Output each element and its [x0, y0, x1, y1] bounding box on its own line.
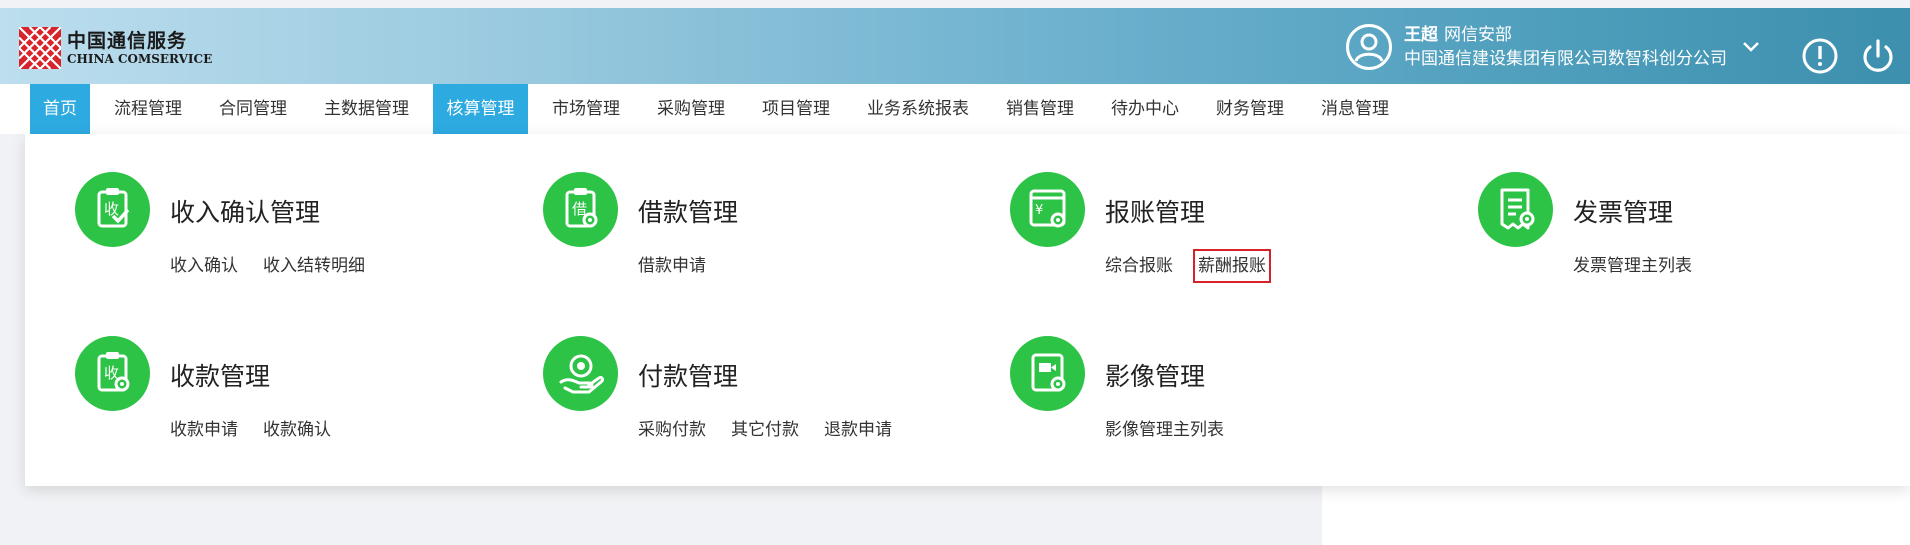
nav-item-master-data[interactable]: 主数据管理: [311, 84, 422, 134]
module-title[interactable]: 付款管理: [638, 357, 738, 393]
main-nav: 首页 流程管理 合同管理 主数据管理 核算管理 市场管理 采购管理 项目管理 业…: [0, 84, 1910, 134]
accounting-mega-menu: 收 收入确认管理 收入确认 收入结转明细 借 借款管理 借款申请 ¥ 报账管理 …: [25, 134, 1910, 486]
company-logo[interactable]: 中国通信服务 CHINA COMSERVICE: [19, 26, 212, 70]
receipt-icon[interactable]: 收: [75, 336, 150, 411]
user-avatar-icon: [1346, 24, 1392, 70]
link-loan-apply[interactable]: 借款申请: [638, 254, 706, 278]
payment-icon[interactable]: [543, 336, 618, 411]
nav-item-finance[interactable]: 财务管理: [1203, 84, 1297, 134]
nav-item-sales[interactable]: 销售管理: [993, 84, 1087, 134]
link-image-main-list[interactable]: 影像管理主列表: [1105, 418, 1224, 442]
nav-item-accounting[interactable]: 核算管理: [433, 84, 528, 134]
link-invoice-main-list[interactable]: 发票管理主列表: [1573, 254, 1692, 278]
user-menu[interactable]: 王超 网信安部 中国通信建设集团有限公司数智科创分公司: [1346, 22, 1761, 72]
module-title[interactable]: 收款管理: [170, 357, 270, 393]
power-logout-icon[interactable]: [1858, 36, 1898, 76]
user-name: 王超: [1404, 25, 1438, 45]
nav-item-home[interactable]: 首页: [30, 84, 90, 134]
link-income-confirm[interactable]: 收入确认: [170, 254, 238, 278]
user-department: 网信安部: [1444, 25, 1512, 45]
income-confirm-icon[interactable]: 收: [75, 172, 150, 247]
nav-item-purchase[interactable]: 采购管理: [644, 84, 738, 134]
chevron-down-icon[interactable]: [1741, 37, 1761, 57]
image-icon[interactable]: [1010, 336, 1085, 411]
nav-item-process[interactable]: 流程管理: [101, 84, 195, 134]
link-income-carryover-detail[interactable]: 收入结转明细: [263, 254, 365, 278]
invoice-icon[interactable]: [1478, 172, 1553, 247]
notification-alert-icon[interactable]: [1800, 36, 1840, 76]
link-purchase-payment[interactable]: 采购付款: [638, 418, 706, 442]
link-salary-reimbursement[interactable]: 薪酬报账: [1193, 249, 1271, 283]
nav-item-market[interactable]: 市场管理: [539, 84, 633, 134]
module-title[interactable]: 影像管理: [1105, 357, 1205, 393]
nav-item-contract[interactable]: 合同管理: [206, 84, 300, 134]
link-general-reimbursement[interactable]: 综合报账: [1105, 254, 1173, 278]
user-company: 中国通信建设集团有限公司数智科创分公司: [1404, 49, 1727, 69]
module-title[interactable]: 收入确认管理: [170, 193, 320, 229]
nav-item-messages[interactable]: 消息管理: [1308, 84, 1402, 134]
logo-mark-icon: [19, 27, 61, 69]
module-title[interactable]: 报账管理: [1105, 193, 1205, 229]
reimbursement-icon[interactable]: ¥: [1010, 172, 1085, 247]
link-receipt-confirm[interactable]: 收款确认: [263, 418, 331, 442]
module-title[interactable]: 发票管理: [1573, 193, 1673, 229]
logo-english-name: CHINA COMSERVICE: [67, 52, 213, 66]
link-receipt-apply[interactable]: 收款申请: [170, 418, 238, 442]
link-other-payment[interactable]: 其它付款: [731, 418, 799, 442]
nav-item-todo[interactable]: 待办中心: [1098, 84, 1192, 134]
link-refund-apply[interactable]: 退款申请: [824, 418, 892, 442]
app-header: 中国通信服务 CHINA COMSERVICE 王超 网信安部 中国通信建设集团有…: [0, 8, 1910, 84]
nav-item-business-reports[interactable]: 业务系统报表: [854, 84, 982, 134]
svg-text:¥: ¥: [1035, 203, 1043, 218]
logo-chinese-name: 中国通信服务: [67, 30, 188, 52]
module-title[interactable]: 借款管理: [638, 193, 738, 229]
nav-item-project[interactable]: 项目管理: [749, 84, 843, 134]
svg-text:收: 收: [104, 200, 119, 218]
loan-icon[interactable]: 借: [543, 172, 618, 247]
